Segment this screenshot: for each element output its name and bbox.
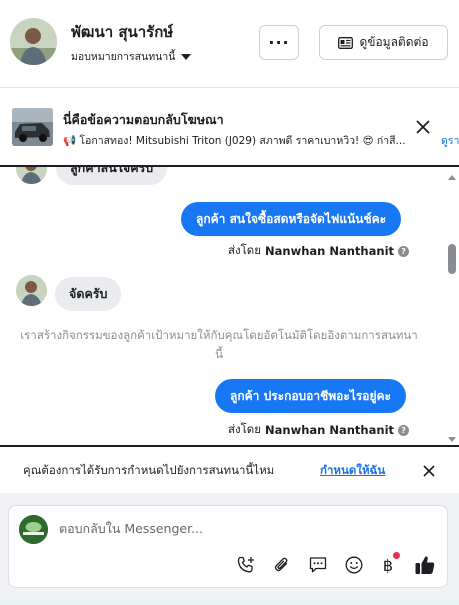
close-icon[interactable] [414, 118, 432, 136]
composer-area: ฿ [0, 493, 459, 605]
help-icon[interactable]: ? [398, 424, 410, 436]
scroll-up-icon[interactable] [448, 175, 456, 180]
reply-composer: ฿ [8, 505, 448, 588]
sent-by-prefix: ส่งโดย [228, 422, 262, 436]
scrollbar-thumb[interactable] [448, 244, 456, 274]
emoji-icon [345, 556, 363, 574]
message-thread[interactable]: ลูกค้าสนใจครับ ลูกค้า สนใจซื้อสดหรือจัดไ… [0, 167, 459, 447]
ad-reply-title: นี่คือข้อความตอบกลับโฆษณา [63, 112, 224, 127]
message-bubble-incoming[interactable]: ลูกค้าสนใจครับ [56, 167, 168, 185]
emoji-button[interactable] [343, 554, 365, 576]
message-bubble-incoming[interactable]: จัดครับ [55, 277, 122, 311]
close-icon[interactable] [422, 464, 436, 478]
assign-conversation-dropdown[interactable]: มอบหมายการสนทนานี้ [71, 48, 192, 65]
contact-name: พัฒนา สุนารักษ์ [71, 23, 174, 41]
more-icon: ··· [268, 33, 290, 52]
payment-button[interactable]: ฿ [377, 552, 400, 576]
view-contact-info-button[interactable]: ดูข้อมูลติดต่อ [319, 25, 448, 60]
saved-reply-icon [309, 557, 327, 573]
ad-details-link[interactable]: ดูรายละเอียด [441, 132, 459, 149]
message-bubble-outgoing[interactable]: ลูกค้า ประกอบอาชีพอะไรอยู่คะ [215, 379, 407, 413]
reply-input[interactable] [59, 516, 429, 540]
page-avatar [19, 515, 48, 544]
phone-plus-icon [237, 556, 254, 573]
bottom-divider [0, 600, 459, 605]
ad-reply-text: 📢 โอกาสทอง! Mitsubishi Triton (J029) สภา… [63, 135, 406, 147]
saved-replies-button[interactable] [307, 554, 329, 576]
call-button[interactable] [235, 554, 257, 576]
sent-by-prefix: ส่งโดย [228, 243, 262, 257]
system-message: เราสร้างกิจกรรมของลูกค้าเป้าหมายให้กับคุ… [20, 328, 418, 361]
sender-name: Nanwhan Nanthanit [265, 423, 395, 437]
contact-avatar[interactable] [10, 18, 57, 65]
sent-by-label: ส่งโดย Nanwhan Nanthanit ? [228, 421, 410, 439]
attach-button[interactable] [271, 554, 293, 576]
assign-prompt-text: คุณต้องการได้รับการกำหนดไปยังการสนทนานี้… [23, 463, 275, 477]
like-button[interactable] [414, 554, 436, 576]
contact-avatar-small [16, 167, 47, 184]
paperclip-icon [274, 557, 288, 572]
assign-label: มอบหมายการสนทนานี้ [71, 51, 176, 63]
scroll-down-icon[interactable] [448, 437, 456, 442]
message-bubble-outgoing[interactable]: ลูกค้า สนใจซื้อสดหรือจัดไฟแน้นช์คะ [181, 202, 402, 236]
ad-reply-banner: นี่คือข้อความตอบกลับโฆษณา 📢 โอกาสทอง! Mi… [0, 88, 459, 167]
conversation-header: พัฒนา สุนารักษ์ มอบหมายการสนทนานี้ ··· ด… [0, 0, 459, 88]
assign-to-me-link[interactable]: กำหนดให้ฉัน [320, 462, 385, 480]
sender-name: Nanwhan Nanthanit [265, 244, 395, 258]
more-options-button[interactable]: ··· [259, 25, 299, 60]
like-icon [415, 556, 435, 574]
scrollbar[interactable] [445, 167, 459, 445]
notification-dot [393, 552, 400, 559]
assign-prompt: คุณต้องการได้รับการกำหนดไปยังการสนทนานี้… [0, 449, 459, 493]
contact-card-icon [338, 36, 354, 49]
help-icon[interactable]: ? [398, 245, 410, 257]
ad-thumbnail[interactable] [12, 108, 53, 146]
contact-avatar-small [16, 275, 47, 306]
contact-info-label: ดูข้อมูลติดต่อ [359, 35, 429, 49]
chevron-down-icon [181, 53, 192, 60]
sent-by-label: ส่งโดย Nanwhan Nanthanit ? [228, 242, 410, 260]
baht-payment-icon: ฿ [382, 555, 394, 575]
